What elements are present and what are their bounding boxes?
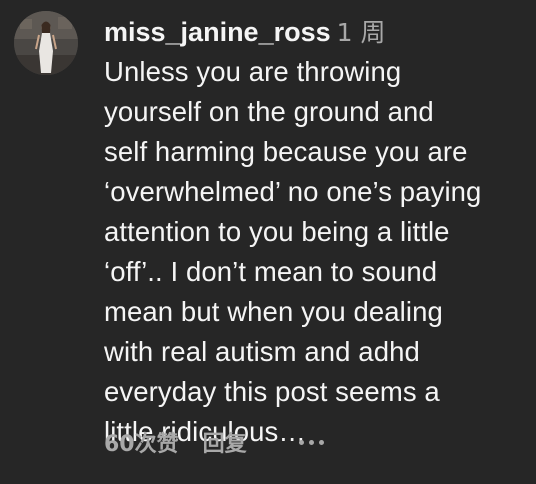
more-dot [308,439,314,445]
comment-content: miss_janine_ross 1 周 Unless you are throw… [104,13,528,452]
more-horizontal-icon[interactable] [298,430,324,454]
comment-text: Unless you are throwing yourself on the … [104,56,482,447]
comment-timestamp: 1 周 [336,18,386,47]
profile-avatar-image [14,11,78,75]
comment-actions: 60次赞 回复 [104,424,324,460]
avatar[interactable] [14,11,78,75]
username-link[interactable]: miss_janine_ross [104,17,331,47]
more-dot [318,439,324,445]
likes-count-button[interactable]: 60次赞 [104,426,179,458]
comment-header: miss_janine_ross 1 周 [104,13,528,52]
reply-button[interactable]: 回复 [203,426,247,458]
more-dot [298,439,304,445]
comment-item: miss_janine_ross 1 周 Unless you are throw… [0,0,536,484]
